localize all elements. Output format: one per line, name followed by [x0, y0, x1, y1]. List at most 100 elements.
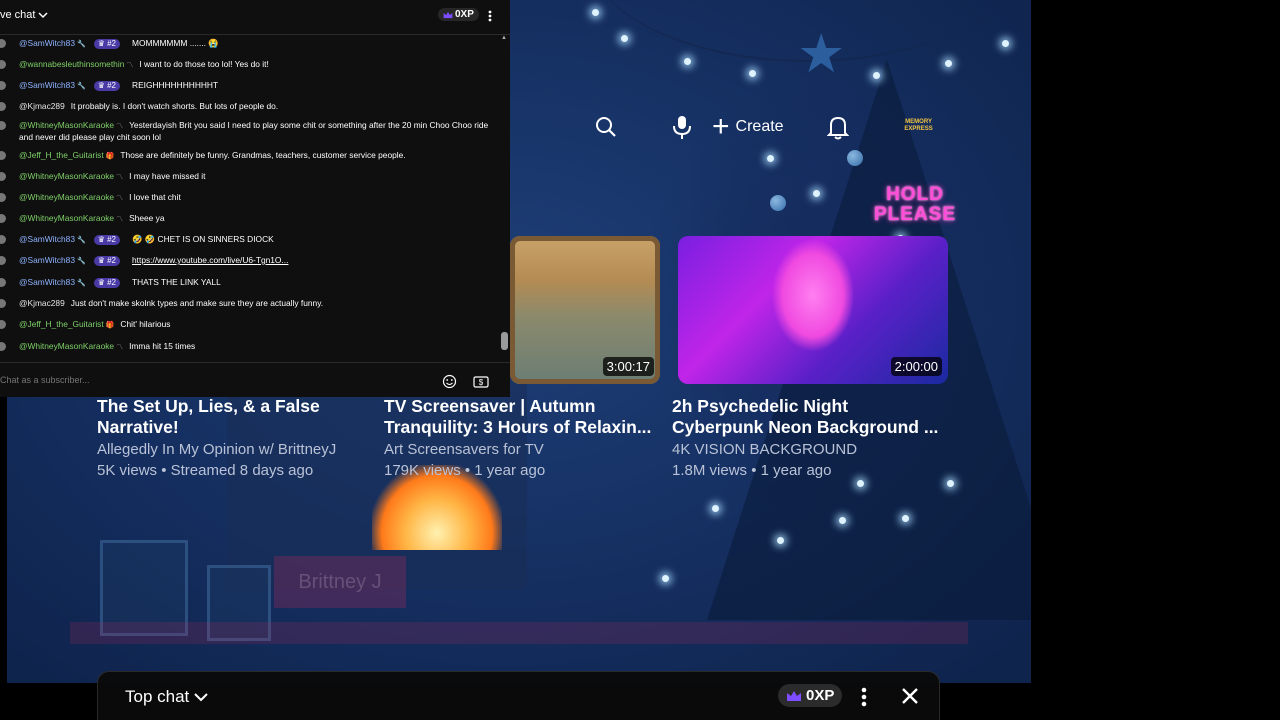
chat-author[interactable]: @SamWitch83 — [19, 255, 75, 265]
avatar[interactable] — [0, 151, 6, 160]
chat-message-text: Those are definitely be funny. Grandmas,… — [120, 150, 406, 160]
tree-light — [662, 575, 669, 582]
chat-message[interactable]: @Jeff_H_the_Guitarist 🎁 Those are definite… — [0, 150, 499, 162]
rank-badge: ♛ #2 — [93, 278, 121, 288]
chat-author[interactable]: @wannabesleuthinsomethin — [19, 59, 124, 69]
plus-icon: + — [712, 110, 730, 143]
avatar[interactable] — [0, 81, 6, 90]
video-title[interactable]: TV Screensaver | Autumn Tranquility: 3 H… — [384, 396, 654, 438]
chat-author[interactable]: @Kjmac289 — [19, 101, 65, 111]
video-thumbnail[interactable]: 3:00:17 — [510, 236, 660, 384]
video-meta: 179K views • 1 year ago — [384, 462, 546, 479]
xp-value: 0XP — [806, 687, 835, 704]
tree-ornament — [847, 150, 863, 166]
video-title[interactable]: The Set Up, Lies, & a False Narrative! — [97, 396, 367, 438]
chat-author[interactable]: @SamWitch83 — [19, 38, 75, 48]
chat-input[interactable] — [0, 375, 400, 385]
chat-message[interactable]: @SamWitch83 🔧 ♛ #2 THATS THE LINK YALL — [0, 277, 499, 289]
chat-message[interactable]: @WhitneyMasonKaraoke 〽 Yesterdayish Brit y… — [0, 120, 499, 143]
chat-message[interactable]: @SamWitch83 🔧 ♛ #2 REIGHHHHHHHHHHT — [0, 80, 499, 92]
more-options-icon[interactable] — [486, 9, 494, 23]
hold-please-line1: HOLD — [886, 184, 944, 205]
avatar[interactable] — [0, 60, 6, 69]
avatar[interactable] — [0, 235, 6, 244]
avatar[interactable] — [0, 121, 6, 130]
microphone-icon[interactable] — [666, 111, 698, 143]
chat-author[interactable]: @SamWitch83 — [19, 277, 75, 287]
video-channel[interactable]: Allegedly In My Opinion w/ BrittneyJ — [97, 439, 367, 460]
chat-author[interactable]: @Kjmac289 — [19, 298, 65, 308]
emoji-icon[interactable] — [442, 374, 457, 389]
video-channel[interactable]: Art Screensavers for TV — [384, 439, 654, 460]
video-channel[interactable]: 4K VISION BACKGROUND — [672, 439, 942, 460]
video-thumbnail[interactable]: 2:00:00 — [678, 236, 948, 384]
chat-message[interactable]: @WhitneyMasonKaraoke 〽 I may have missed i… — [0, 171, 499, 183]
chat-message[interactable]: @WhitneyMasonKaraoke 〽 Sheee ya — [0, 213, 499, 225]
avatar[interactable] — [0, 278, 6, 287]
more-options-icon[interactable] — [859, 686, 869, 708]
xp-badge[interactable]: 0XP — [778, 684, 843, 707]
chat-message[interactable]: @SamWitch83 🔧 ♛ #2 🤣 🤣 CHET IS ON SINNERS D… — [0, 234, 499, 246]
chat-author[interactable]: @Jeff_H_the_Guitarist — [19, 150, 104, 160]
tree-light — [902, 515, 909, 522]
top-chat-dropdown[interactable]: Top chat — [125, 687, 209, 707]
video-card[interactable]: TV Screensaver | Autumn Tranquility: 3 H… — [384, 396, 654, 481]
close-icon[interactable] — [898, 684, 922, 708]
string-light — [945, 60, 952, 67]
chat-mode-dropdown[interactable]: ve chat — [0, 9, 48, 21]
create-button[interactable]: + Create — [712, 112, 784, 142]
avatar[interactable] — [0, 102, 6, 111]
search-icon[interactable] — [590, 111, 622, 143]
chat-message-text: THATS THE LINK YALL — [132, 277, 221, 287]
chat-author[interactable]: @WhitneyMasonKaraoke — [19, 192, 114, 202]
chat-author[interactable]: @WhitneyMasonKaraoke — [19, 341, 114, 351]
string-light — [684, 58, 691, 65]
scrollbar-thumb[interactable] — [501, 332, 508, 350]
chat-message[interactable]: @wannabesleuthinsomethin 〽 I want to do th… — [0, 59, 499, 71]
avatar[interactable] — [0, 256, 6, 265]
chat-author[interactable]: @WhitneyMasonKaraoke — [19, 171, 114, 181]
chat-author[interactable]: @WhitneyMasonKaraoke — [19, 120, 114, 130]
chat-author[interactable]: @SamWitch83 — [19, 80, 75, 90]
chat-message-list[interactable]: @SamWitch83 🔧 ♛ #2 MOMMMMMM ....... 😭 @wanna… — [0, 35, 500, 360]
chat-message[interactable]: @Kjmac289 Just don't make skolnk types an… — [0, 298, 499, 309]
chat-message[interactable]: @Kjmac289 It probably is. I don't watch s… — [0, 101, 499, 112]
chat-message-link[interactable]: https://www.youtube.com/live/U6-Tgn1O... — [132, 255, 288, 265]
chat-author[interactable]: @WhitneyMasonKaraoke — [19, 213, 114, 223]
avatar[interactable] — [0, 193, 6, 202]
avatar[interactable] — [0, 214, 6, 223]
chat-title-label: ve chat — [0, 9, 36, 21]
chat-message-text: 🤣 🤣 CHET IS ON SINNERS DIOCK — [132, 234, 274, 244]
avatar[interactable] — [0, 172, 6, 181]
bottom-chat-bar: Top chat 0XP — [97, 671, 940, 720]
avatar[interactable] — [0, 342, 6, 351]
member-badge-icon: 〽 — [116, 344, 124, 351]
video-card[interactable]: The Set Up, Lies, & a False Narrative! A… — [97, 396, 367, 481]
video-duration: 2:00:00 — [890, 357, 942, 376]
video-card[interactable]: 2h Psychedelic Night Cyberpunk Neon Back… — [672, 396, 942, 481]
chat-author[interactable]: @Jeff_H_the_Guitarist — [19, 319, 104, 329]
video-title[interactable]: 2h Psychedelic Night Cyberpunk Neon Back… — [672, 396, 942, 438]
video-meta: 1.8M views • 1 year ago — [672, 462, 832, 479]
account-avatar[interactable]: MEMORY EXPRESS — [904, 112, 934, 142]
chat-message[interactable]: @SamWitch83 🔧 ♛ #2 https://www.youtube.com/… — [0, 255, 499, 267]
crown-icon: ♛ — [97, 256, 108, 265]
chat-message[interactable]: @SamWitch83 🔧 ♛ #2 MOMMMMMM ....... 😭 — [0, 38, 499, 50]
chat-message[interactable]: @Jeff_H_the_Guitarist 🎁 Chit' hilarious — [0, 319, 499, 331]
chat-message[interactable]: @WhitneyMasonKaraoke 〽 Imma hit 15 times — [0, 341, 499, 353]
chat-header: ve chat 0XP — [0, 0, 510, 35]
crown-icon: ♛ — [97, 81, 108, 90]
rank-badge: ♛ #2 — [93, 39, 121, 49]
chat-message[interactable]: @WhitneyMasonKaraoke 〽 I love that chit — [0, 192, 499, 204]
tree-ornament — [770, 195, 786, 211]
chat-author[interactable]: @SamWitch83 — [19, 234, 75, 244]
string-light — [749, 70, 756, 77]
xp-badge[interactable]: 0XP — [438, 8, 479, 21]
scroll-up-icon[interactable]: ▲ — [501, 35, 507, 41]
avatar[interactable] — [0, 39, 6, 48]
notifications-bell-icon[interactable] — [822, 111, 854, 143]
super-chat-icon[interactable]: $ — [473, 375, 489, 388]
chat-scrollbar[interactable]: ▲ — [500, 35, 510, 360]
avatar[interactable] — [0, 320, 6, 329]
avatar[interactable] — [0, 299, 6, 308]
